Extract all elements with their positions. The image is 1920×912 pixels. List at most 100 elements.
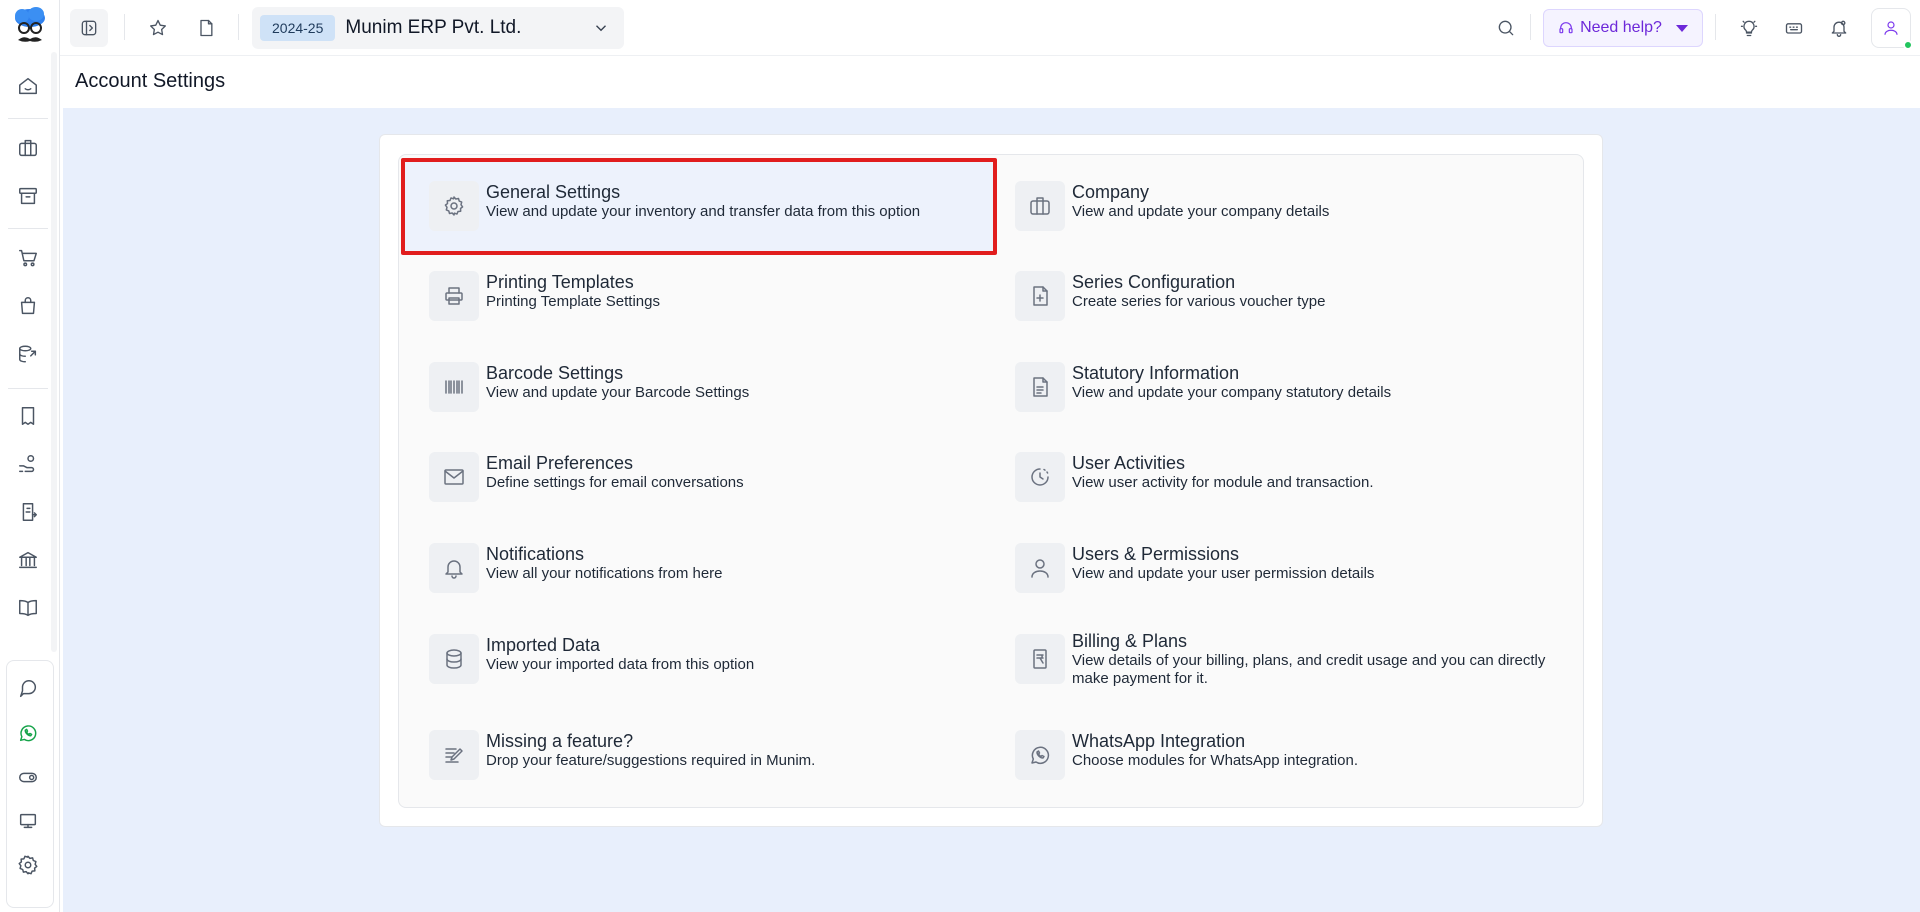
bell-icon <box>1831 20 1847 37</box>
option-title: Series Configuration <box>1072 272 1236 292</box>
topbar-divider <box>1715 14 1716 40</box>
barcode-settings-option[interactable]: Barcode Settings View and update your Ba… <box>429 362 989 412</box>
option-title: Imported Data <box>486 635 601 655</box>
company-name: Munim ERP Pvt. Ltd. <box>345 17 522 38</box>
search-button[interactable] <box>1492 14 1520 42</box>
topbar-divider <box>124 14 125 40</box>
option-description: View and update your user permission det… <box>1072 565 1375 582</box>
whatsapp-icon[interactable] <box>14 719 42 747</box>
notifications-button[interactable] <box>1825 14 1853 42</box>
munim-logo[interactable] <box>10 6 50 50</box>
sidebar-divider <box>8 388 48 389</box>
option-description: View your imported data from this option <box>486 656 755 673</box>
option-description: Create series for various voucher type <box>1072 293 1326 310</box>
statutory-information-option[interactable]: Statutory Information View and update yo… <box>1015 362 1575 412</box>
option-title: WhatsApp Integration <box>1072 731 1246 751</box>
sidebar-divider <box>8 228 48 229</box>
caret-down-icon <box>1675 24 1688 32</box>
option-description: View and update your Barcode Settings <box>486 384 750 401</box>
missing-feature-option[interactable]: Missing a feature? Drop your feature/sug… <box>429 730 989 780</box>
hand-coins-icon[interactable] <box>14 450 42 478</box>
option-title: Users & Permissions <box>1072 544 1240 564</box>
stock-transfer-icon[interactable] <box>14 340 42 368</box>
file-plus-icon <box>1015 271 1065 321</box>
user-activities-option[interactable]: User Activities View user activity for m… <box>1015 452 1575 502</box>
keyboard-shortcuts-button[interactable] <box>1780 14 1808 42</box>
option-description: View all your notifications from here <box>486 565 723 582</box>
option-title: Missing a feature? <box>486 731 634 751</box>
option-description: Drop your feature/suggestions required i… <box>486 752 816 769</box>
sidebar <box>0 0 60 912</box>
sidebar-scrollbar[interactable] <box>51 52 57 652</box>
option-title: User Activities <box>1072 453 1186 473</box>
topbar-divider <box>1530 14 1531 40</box>
bell-icon <box>429 543 479 593</box>
notifications-option[interactable]: Notifications View all your notification… <box>429 543 989 593</box>
toggle-icon[interactable] <box>14 763 42 791</box>
option-title: Billing & Plans <box>1072 631 1188 651</box>
option-title: General Settings <box>486 182 621 202</box>
star-icon <box>150 19 166 36</box>
archive-icon[interactable] <box>14 182 42 210</box>
company-selector[interactable]: 2024-25 Munim ERP Pvt. Ltd. <box>252 7 624 49</box>
topbar-divider <box>238 14 239 40</box>
option-description: Choose modules for WhatsApp integration. <box>1072 752 1358 769</box>
collapse-sidebar-button[interactable] <box>70 9 108 47</box>
chat-support-icon[interactable] <box>14 675 42 703</box>
favorites-button[interactable] <box>144 14 172 42</box>
option-description: Define settings for email conversations <box>486 474 744 491</box>
sidebar-toggle-icon <box>81 20 97 36</box>
tips-button[interactable] <box>1735 14 1763 42</box>
receipt-icon[interactable] <box>14 402 42 430</box>
series-configuration-option[interactable]: Series Configuration Create series for v… <box>1015 271 1575 321</box>
keyboard-icon <box>1785 23 1803 34</box>
whatsapp-integration-option[interactable]: WhatsApp Integration Choose modules for … <box>1015 730 1575 780</box>
briefcase-icon <box>1015 181 1065 231</box>
home-icon[interactable] <box>14 72 42 100</box>
expense-icon[interactable] <box>14 498 42 526</box>
settings-icon[interactable] <box>14 851 42 879</box>
gear-icon <box>429 181 479 231</box>
monitor-icon[interactable] <box>14 807 42 835</box>
whatsapp-icon <box>1015 730 1065 780</box>
option-description: View and update your inventory and trans… <box>486 203 921 220</box>
online-status-dot <box>1903 40 1913 50</box>
general-settings-option[interactable]: General Settings View and update your in… <box>429 181 989 231</box>
book-icon[interactable] <box>14 594 42 622</box>
bank-icon[interactable] <box>14 546 42 574</box>
option-title: Barcode Settings <box>486 363 624 383</box>
printer-icon <box>429 271 479 321</box>
mail-icon <box>429 452 479 502</box>
headset-icon <box>1559 22 1573 34</box>
sidebar-divider <box>8 118 48 119</box>
email-preferences-option[interactable]: Email Preferences Define settings for em… <box>429 452 989 502</box>
imported-data-option[interactable]: Imported Data View your imported data fr… <box>429 634 989 684</box>
note-icon <box>200 19 213 37</box>
notes-button[interactable] <box>192 14 220 42</box>
financial-year-badge: 2024-25 <box>260 15 336 41</box>
option-description: View and update your company details <box>1072 203 1330 220</box>
rupee-receipt-icon <box>1015 634 1065 684</box>
option-title: Printing Templates <box>486 272 634 292</box>
top-bar: 2024-25 Munim ERP Pvt. Ltd. Need help? <box>60 0 1920 56</box>
database-icon <box>429 634 479 684</box>
document-icon <box>1015 362 1065 412</box>
option-title: Email Preferences <box>486 453 634 473</box>
lightbulb-icon <box>1740 20 1758 37</box>
chevron-down-icon <box>592 19 610 42</box>
user-icon <box>1015 543 1065 593</box>
page-title: Account Settings <box>75 70 226 92</box>
shopping-bag-icon[interactable] <box>14 292 42 320</box>
company-option[interactable]: Company View and update your company det… <box>1015 181 1575 231</box>
briefcase-icon[interactable] <box>14 134 42 162</box>
cart-icon[interactable] <box>14 244 42 272</box>
billing-plans-option[interactable]: Billing & Plans View details of your bil… <box>1015 631 1575 688</box>
users-permissions-option[interactable]: Users & Permissions View and update your… <box>1015 543 1575 593</box>
printing-templates-option[interactable]: Printing Templates Printing Template Set… <box>429 271 989 321</box>
option-title: Statutory Information <box>1072 363 1240 383</box>
search-icon <box>1498 20 1514 36</box>
edit-note-icon <box>429 730 479 780</box>
user-avatar[interactable] <box>1871 8 1913 50</box>
need-help-button[interactable]: Need help? <box>1543 9 1703 47</box>
barcode-icon <box>429 362 479 412</box>
